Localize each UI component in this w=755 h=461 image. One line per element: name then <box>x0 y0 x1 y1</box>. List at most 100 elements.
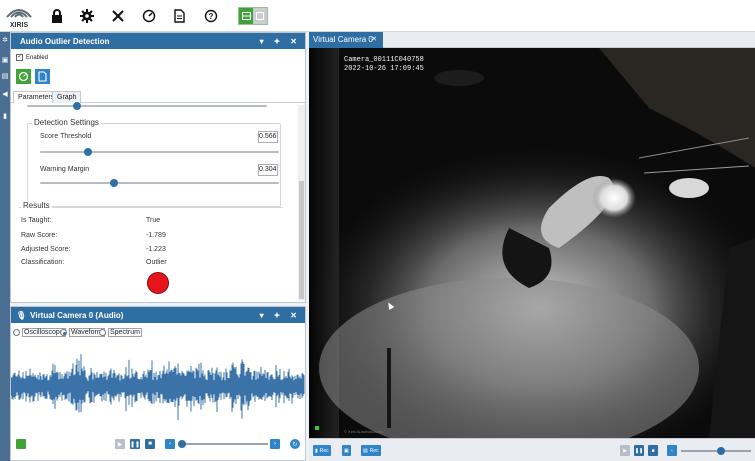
lock-icon[interactable] <box>48 7 66 25</box>
result-value-is-taught: True <box>146 217 161 224</box>
audio-panel-title: Virtual Camera 0 (Audio) <box>30 310 124 320</box>
close-icon[interactable]: ✕ <box>371 32 377 48</box>
close-icon[interactable]: ✕ <box>290 37 297 46</box>
close-icon[interactable]: ✕ <box>290 311 297 320</box>
image-icon: ▣ <box>344 447 349 454</box>
layout-toggle-icon[interactable] <box>238 7 268 25</box>
image-icon[interactable]: ▣ <box>0 54 10 66</box>
audio-waveform <box>11 354 305 421</box>
result-label-adjusted-score: Adjusted Score: <box>21 246 71 253</box>
result-value-classification: Outlier <box>146 259 167 266</box>
mode-waveform[interactable]: Waveform <box>60 328 105 337</box>
hidden-slider-thumb[interactable] <box>73 102 81 110</box>
warning-margin-label: Warning Margin <box>40 166 90 173</box>
camera-seek-track[interactable] <box>681 450 751 452</box>
audio-panel-header: 🎙 Virtual Camera 0 (Audio) ▾ ✦ ✕ <box>11 307 305 323</box>
classification-indicator <box>147 272 169 294</box>
audio-waveform-panel: 🎙 Virtual Camera 0 (Audio) ▾ ✦ ✕ Oscillo… <box>10 306 306 461</box>
pin-icon[interactable]: ✦ <box>274 37 281 46</box>
gear-icon[interactable] <box>78 7 96 25</box>
mode-waveform-radio[interactable] <box>60 329 67 336</box>
logo-text: XIRIS <box>10 22 29 29</box>
document-icon <box>38 71 47 82</box>
score-threshold-slider-thumb[interactable] <box>83 148 92 156</box>
camera-pause-button[interactable]: ❚❚ <box>634 445 644 456</box>
tools-icon[interactable] <box>109 7 127 25</box>
parameters-scrollbar[interactable] <box>298 105 305 301</box>
camera-overlay-text: Camera_00111C040758 2022-10-26 17:09:45 <box>344 56 424 74</box>
mode-spectrum-label: Spectrum <box>108 328 142 337</box>
outlier-panel-title: Audio Outlier Detection <box>20 36 110 46</box>
help-icon[interactable]: ? <box>202 7 220 25</box>
layout-toggle-on[interactable] <box>239 8 254 24</box>
dropdown-icon[interactable]: ▾ <box>260 311 264 320</box>
camera-seek-thumb[interactable] <box>717 447 725 455</box>
score-threshold-input[interactable]: 0.566 <box>258 131 278 143</box>
outlier-tabs: Parameters Graph <box>11 91 305 103</box>
parameters-scrollbar-thumb[interactable] <box>299 181 304 299</box>
audio-pause-button[interactable]: ❚❚ <box>130 439 140 449</box>
warning-margin-input[interactable]: 0.304 <box>258 164 278 176</box>
camera-panel: Virtual Camera 0 ✕ Camera_00111C040758 2… <box>309 32 755 461</box>
mode-spectrum-radio[interactable] <box>99 329 106 336</box>
record-report-button[interactable]: ▤ Rec <box>361 445 381 456</box>
video-icon: ▮ <box>315 447 318 454</box>
audio-step-back-button[interactable]: ‹ <box>165 439 175 449</box>
mode-spectrum[interactable]: Spectrum <box>99 328 142 337</box>
mode-oscilloscope[interactable]: Oscilloscope <box>13 328 66 337</box>
audio-seek-thumb[interactable] <box>178 440 186 448</box>
audio-play-button[interactable]: ▶ <box>115 439 125 449</box>
hidden-slider-track <box>27 105 267 107</box>
tab-virtual-camera[interactable]: Virtual Camera 0 ✕ <box>309 32 383 48</box>
record-video-button[interactable]: ▮ Rec <box>313 445 331 456</box>
app-window: XIRIS ? ✲ ▣ ▤ ◀ ▮ Audio Outlier Detectio… <box>0 0 755 461</box>
audio-stop-button[interactable]: ■ <box>145 439 155 449</box>
teach-button[interactable] <box>16 69 31 84</box>
snapshot-button[interactable]: ▣ <box>342 445 351 456</box>
detection-settings-title: Detection Settings <box>32 118 101 127</box>
audio-icon[interactable]: ◀ <box>0 88 10 100</box>
gauge-icon[interactable] <box>140 7 158 25</box>
score-threshold-label: Score Threshold <box>40 133 92 140</box>
parameters-scroll-area: Detection Settings Score Threshold 0.566… <box>18 102 295 301</box>
svg-text:?: ? <box>209 12 214 21</box>
settings-icon[interactable]: ✲ <box>0 34 10 46</box>
document-icon[interactable] <box>170 7 188 25</box>
enabled-checkbox-box[interactable] <box>16 52 23 61</box>
report-button[interactable] <box>35 69 50 84</box>
audio-seek-track[interactable] <box>178 443 268 445</box>
outlier-panel-header: Audio Outlier Detection ▾ ✦ ✕ <box>11 33 305 49</box>
camera-stop-button[interactable]: ■ <box>648 445 658 456</box>
mode-oscilloscope-radio[interactable] <box>13 329 20 336</box>
xiris-logo: XIRIS <box>4 3 34 29</box>
gauge-icon <box>18 71 29 82</box>
camera-watermark: © Xiris Automation Inc. <box>344 429 385 434</box>
score-threshold-slider-track[interactable] <box>40 151 279 153</box>
enabled-checkbox[interactable]: Enabled <box>16 52 49 61</box>
camera-view[interactable]: Camera_00111C040758 2022-10-26 17:09:45 … <box>309 48 755 438</box>
enabled-label: Enabled <box>26 54 49 61</box>
record-report-label: Rec <box>369 447 379 454</box>
audio-step-forward-button[interactable]: › <box>270 439 280 449</box>
camera-tab-label: Virtual Camera 0 <box>313 35 373 44</box>
camera-timestamp-text: 2022-10-26 17:09:45 <box>344 65 424 73</box>
pin-icon[interactable]: ✦ <box>274 311 281 320</box>
panel-icon[interactable]: ▤ <box>0 70 10 82</box>
audio-refresh-button[interactable]: ↻ <box>290 439 300 449</box>
warning-margin-slider-track[interactable] <box>40 182 279 184</box>
camera-step-back-button[interactable]: ‹ <box>667 445 677 456</box>
camera-image <box>309 48 755 438</box>
camera-play-button[interactable]: ▶ <box>620 445 630 456</box>
result-value-adjusted-score: -1.223 <box>146 246 166 253</box>
left-icon-rail: ✲ ▣ ▤ ◀ ▮ <box>0 32 10 461</box>
camera-tabbar: Virtual Camera 0 ✕ <box>309 32 755 48</box>
chart-icon[interactable]: ▮ <box>0 110 10 122</box>
record-video-label: Rec <box>319 447 329 454</box>
camera-id-text: Camera_00111C040758 <box>344 56 424 64</box>
main-toolbar: XIRIS ? <box>0 0 755 32</box>
layout-toggle-off[interactable] <box>253 8 267 24</box>
dropdown-icon[interactable]: ▾ <box>260 37 264 46</box>
results-title: Results <box>21 201 52 210</box>
camera-footer-toolbar: ▮ Rec ▣ ▤ Rec ▶ ❚❚ ■ ‹ <box>309 438 755 461</box>
outlier-detection-panel: Audio Outlier Detection ▾ ✦ ✕ Enabled Pa… <box>10 32 306 303</box>
